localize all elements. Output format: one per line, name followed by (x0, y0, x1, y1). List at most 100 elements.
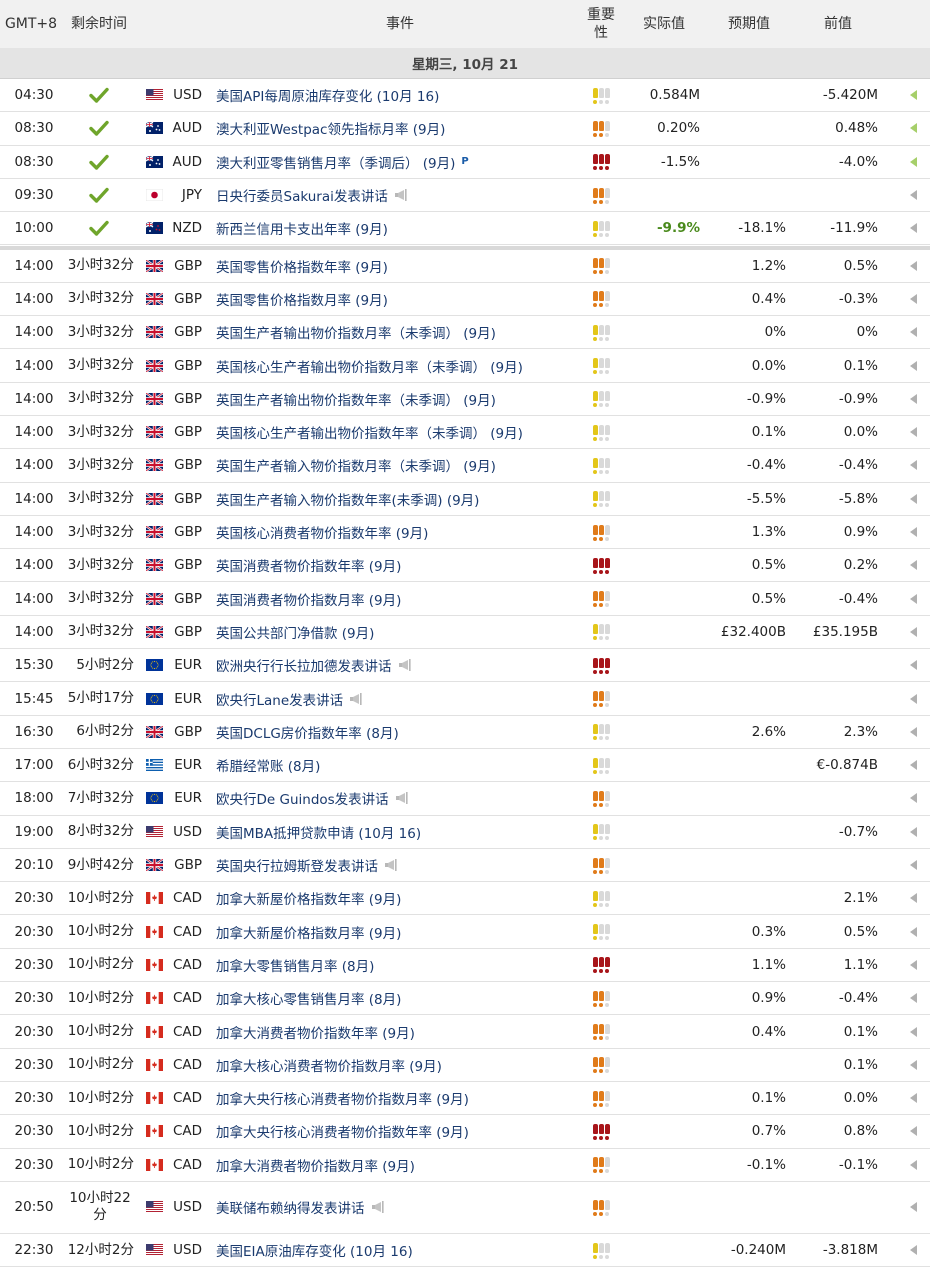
table-row[interactable]: 14:00 3小时32分 GBP 英国消费者物价指数年率 (9月) 0.5% 0.2% (0, 549, 930, 583)
event-name[interactable]: 英国DCLG房价指数年率 (8月) (216, 722, 399, 742)
table-row[interactable]: 14:00 3小时32分 GBP 英国零售价格指数年率 (9月) 1.2% 0.5% (0, 245, 930, 283)
event-name[interactable]: 英国生产者输出物价指数年率（未季调） (9月) (216, 389, 496, 409)
table-row[interactable]: 09:30 JPY 日央行委员Sakurai发表讲话 (0, 178, 930, 213)
expand-arrow-icon[interactable] (906, 383, 920, 415)
expand-arrow-icon[interactable] (906, 212, 920, 244)
expand-arrow-icon[interactable] (906, 1182, 920, 1233)
event-name[interactable]: 澳大利亚Westpac领先指标月率 (9月) (216, 118, 445, 138)
table-row[interactable]: 20:30 10小时2分 CAD 加拿大消费者物价指数年率 (9月) 0.4% 0.1% (0, 1015, 930, 1049)
event-name-link[interactable]: 欧央行De Guindos发表讲话 (216, 782, 586, 814)
expand-arrow-icon[interactable] (906, 782, 920, 814)
event-name[interactable]: 美国MBA抵押贷款申请 (10月 16) (216, 822, 421, 842)
event-name-link[interactable]: 欧洲央行行长拉加德发表讲话 (216, 649, 586, 681)
event-name[interactable]: 美联储布赖纳得发表讲话 (216, 1197, 365, 1217)
event-name-link[interactable]: 英国生产者输出物价指数月率（未季调） (9月) (216, 316, 586, 348)
event-name-link[interactable]: 英国零售价格指数月率 (9月) (216, 283, 586, 315)
event-name-link[interactable]: 美国MBA抵押贷款申请 (10月 16) (216, 816, 586, 848)
event-name[interactable]: 加拿大消费者物价指数月率 (9月) (216, 1155, 415, 1175)
event-name-link[interactable]: 美国API每周原油库存变化 (10月 16) (216, 79, 586, 111)
table-row[interactable]: 22:30 12小时2分 USD 美国EIA原油库存变化 (10月 16) -0.240… (0, 1233, 930, 1268)
table-row[interactable]: 08:30 AUD 澳大利亚Westpac领先指标月率 (9月) 0.20% 0.48% (0, 112, 930, 146)
header-gmt[interactable]: GMT+8 (0, 0, 62, 48)
table-row[interactable]: 18:00 7小时32分 EUR 欧央行De Guindos发表讲话 (0, 782, 930, 816)
table-row[interactable]: 14:00 3小时32分 GBP 英国生产者输出物价指数月率（未季调） (9月) 0% 0… (0, 316, 930, 350)
event-name[interactable]: 欧央行De Guindos发表讲话 (216, 788, 389, 808)
event-name[interactable]: 英国生产者输出物价指数月率（未季调） (9月) (216, 322, 496, 342)
event-name-link[interactable]: 加拿大消费者物价指数月率 (9月) (216, 1149, 586, 1181)
expand-arrow-icon[interactable] (906, 79, 920, 111)
table-row[interactable]: 20:30 10小时2分 CAD 加拿大新屋价格指数年率 (9月) 2.1% (0, 882, 930, 916)
event-name-link[interactable]: 日央行委员Sakurai发表讲话 (216, 179, 586, 211)
event-name[interactable]: 英国生产者输入物价指数月率（未季调） (9月) (216, 455, 496, 475)
table-row[interactable]: 20:10 9小时42分 GBP 英国央行拉姆斯登发表讲话 (0, 848, 930, 883)
event-name-link[interactable]: 加拿大新屋价格指数年率 (9月) (216, 882, 586, 914)
expand-arrow-icon[interactable] (906, 1149, 920, 1181)
event-name[interactable]: 日央行委员Sakurai发表讲话 (216, 185, 388, 205)
event-name-link[interactable]: 加拿大央行核心消费者物价指数月率 (9月) (216, 1082, 586, 1114)
event-name[interactable]: 英国消费者物价指数年率 (9月) (216, 555, 401, 575)
event-name-link[interactable]: 英国核心生产者输出物价指数月率（未季调） (9月) (216, 349, 586, 381)
event-name-link[interactable]: 英国生产者输入物价指数年率(未季调) (9月) (216, 483, 586, 515)
expand-arrow-icon[interactable] (906, 849, 920, 881)
table-row[interactable]: 20:30 10小时2分 CAD 加拿大核心消费者物价指数月率 (9月) 0.1% (0, 1048, 930, 1082)
event-name-link[interactable]: 澳大利亚Westpac领先指标月率 (9月) (216, 112, 586, 144)
table-row[interactable]: 14:00 3小时32分 GBP 英国核心生产者输出物价指数月率（未季调） (9月) 0… (0, 349, 930, 383)
expand-arrow-icon[interactable] (906, 483, 920, 515)
event-name[interactable]: 希腊经常账 (8月) (216, 755, 320, 775)
event-name-link[interactable]: 英国消费者物价指数年率 (9月) (216, 549, 586, 581)
event-name[interactable]: 英国生产者输入物价指数年率(未季调) (9月) (216, 489, 479, 509)
event-name-link[interactable]: 英国零售价格指数年率 (9月) (216, 250, 586, 282)
event-name-link[interactable]: 英国消费者物价指数月率 (9月) (216, 583, 586, 615)
event-name[interactable]: 加拿大核心零售销售月率 (8月) (216, 988, 401, 1008)
expand-arrow-icon[interactable] (906, 682, 920, 714)
table-row[interactable]: 20:30 10小时2分 CAD 加拿大新屋价格指数月率 (9月) 0.3% 0.5% (0, 915, 930, 949)
event-name-link[interactable]: 加拿大新屋价格指数月率 (9月) (216, 916, 586, 948)
event-name-link[interactable]: 欧央行Lane发表讲话 (216, 682, 586, 714)
event-name-link[interactable]: 加拿大核心零售销售月率 (8月) (216, 982, 586, 1014)
expand-arrow-icon[interactable] (906, 1234, 920, 1266)
table-row[interactable]: 19:00 8小时32分 USD 美国MBA抵押贷款申请 (10月 16) -0.7% (0, 815, 930, 849)
event-name-link[interactable]: 加拿大核心消费者物价指数月率 (9月) (216, 1049, 586, 1081)
expand-arrow-icon[interactable] (906, 749, 920, 781)
table-row[interactable]: 20:30 10小时2分 CAD 加拿大零售销售月率 (8月) 1.1% 1.1% (0, 948, 930, 983)
expand-arrow-icon[interactable] (906, 716, 920, 748)
event-name-link[interactable]: 英国央行拉姆斯登发表讲话 (216, 849, 586, 881)
table-row[interactable]: 14:00 3小时32分 GBP 英国核心消费者物价指数年率 (9月) 1.3% 0.9% (0, 515, 930, 550)
expand-arrow-icon[interactable] (906, 112, 920, 144)
table-row[interactable]: 15:30 5小时2分 EUR 欧洲央行行长拉加德发表讲话 (0, 649, 930, 683)
table-row[interactable]: 14:00 3小时32分 GBP 英国核心生产者输出物价指数年率（未季调） (9月) 0… (0, 416, 930, 450)
table-row[interactable]: 20:50 10小时22分 USD 美联储布赖纳得发表讲话 (0, 1181, 930, 1234)
expand-arrow-icon[interactable] (906, 616, 920, 648)
event-name[interactable]: 英国核心消费者物价指数年率 (9月) (216, 522, 428, 542)
expand-arrow-icon[interactable] (906, 146, 920, 178)
expand-arrow-icon[interactable] (906, 583, 920, 615)
table-row[interactable]: 14:00 3小时32分 GBP 英国生产者输入物价指数年率(未季调) (9月) -5.… (0, 482, 930, 516)
table-row[interactable]: 08:30 AUD 澳大利亚零售销售月率（季调后） (9月) P -1.5% -4.0% (0, 145, 930, 179)
event-name[interactable]: 加拿大新屋价格指数年率 (9月) (216, 888, 401, 908)
expand-arrow-icon[interactable] (906, 982, 920, 1014)
event-name-link[interactable]: 澳大利亚零售销售月率（季调后） (9月) P (216, 146, 586, 178)
event-name[interactable]: 美国API每周原油库存变化 (10月 16) (216, 85, 439, 105)
event-name-link[interactable]: 英国生产者输出物价指数年率（未季调） (9月) (216, 383, 586, 415)
table-row[interactable]: 20:30 10小时2分 CAD 加拿大央行核心消费者物价指数年率 (9月) 0.7% 0… (0, 1115, 930, 1149)
expand-arrow-icon[interactable] (906, 416, 920, 448)
event-name[interactable]: 加拿大零售销售月率 (8月) (216, 955, 374, 975)
event-name-link[interactable]: 英国核心生产者输出物价指数年率（未季调） (9月) (216, 416, 586, 448)
event-name[interactable]: 加拿大核心消费者物价指数月率 (9月) (216, 1055, 442, 1075)
event-name[interactable]: 新西兰信用卡支出年率 (9月) (216, 218, 388, 238)
event-name-link[interactable]: 英国公共部门净借款 (9月) (216, 616, 586, 648)
event-name[interactable]: 欧洲央行行长拉加德发表讲话 (216, 655, 392, 675)
event-name-link[interactable]: 希腊经常账 (8月) (216, 749, 586, 781)
expand-arrow-icon[interactable] (906, 283, 920, 315)
expand-arrow-icon[interactable] (906, 449, 920, 481)
table-row[interactable]: 14:00 3小时32分 GBP 英国生产者输入物价指数月率（未季调） (9月) -0.… (0, 449, 930, 483)
table-row[interactable]: 14:00 3小时32分 GBP 英国公共部门净借款 (9月) £32.400B £35.… (0, 615, 930, 650)
expand-arrow-icon[interactable] (906, 1049, 920, 1081)
event-name-link[interactable]: 加拿大央行核心消费者物价指数年率 (9月) (216, 1115, 586, 1147)
table-row[interactable]: 20:30 10小时2分 CAD 加拿大央行核心消费者物价指数月率 (9月) 0.1% 0… (0, 1082, 930, 1116)
table-row[interactable]: 17:00 6小时32分 EUR 希腊经常账 (8月) €-0.874B (0, 749, 930, 783)
event-name[interactable]: 英国零售价格指数月率 (9月) (216, 289, 388, 309)
event-name-link[interactable]: 加拿大零售销售月率 (8月) (216, 949, 586, 981)
expand-arrow-icon[interactable] (906, 882, 920, 914)
event-name[interactable]: 欧央行Lane发表讲话 (216, 689, 343, 709)
